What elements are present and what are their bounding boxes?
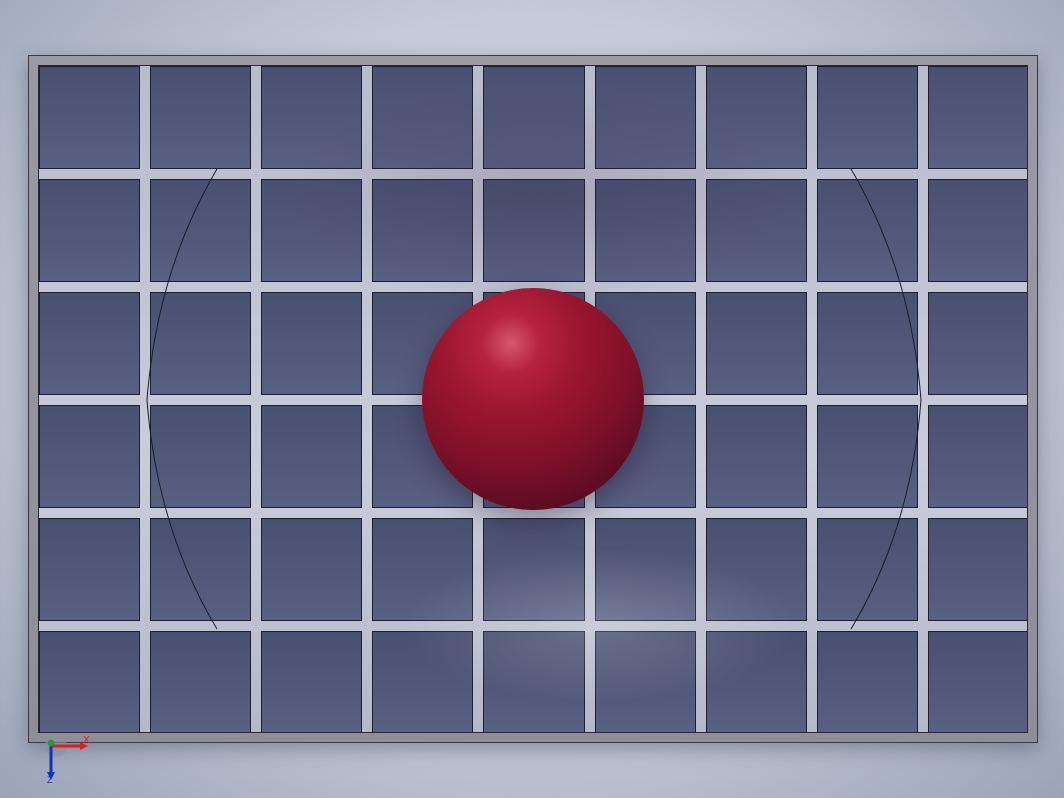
graphics-viewport[interactable]: X Z	[0, 0, 1064, 798]
reference-triad: X Z	[45, 735, 90, 784]
z-axis-label: Z	[47, 775, 53, 784]
x-axis-label: X	[83, 735, 90, 746]
sphere-body[interactable]	[422, 288, 644, 510]
y-axis-arrow	[47, 739, 55, 747]
circular-edge-left-arc	[146, 168, 218, 630]
circular-edge-right-arc	[850, 168, 922, 630]
